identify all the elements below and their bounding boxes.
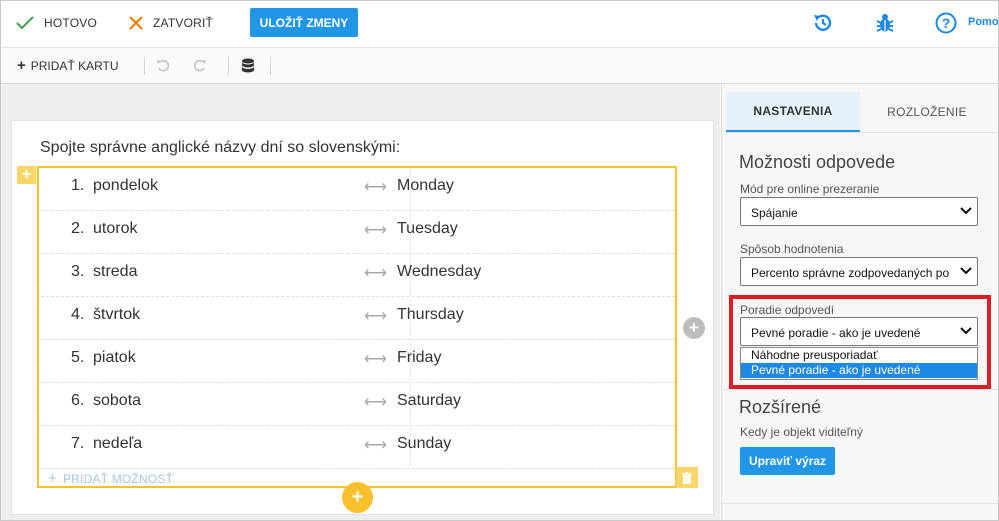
pair-arrow-icon: ⟷ bbox=[364, 394, 387, 411]
toolbar: + PRIDAŤ KARTU bbox=[0, 48, 999, 84]
pair-arrow-icon: ⟷ bbox=[364, 265, 387, 282]
toolbar-divider bbox=[270, 57, 271, 75]
pair-row[interactable]: 1. pondelok ⟷ Monday bbox=[41, 168, 675, 211]
highlight-frame bbox=[729, 295, 991, 389]
add-card-button[interactable]: + PRIDAŤ KARTU bbox=[17, 57, 119, 74]
close-label: ZATVORIŤ bbox=[153, 16, 214, 30]
pair-number: 5. bbox=[71, 349, 85, 366]
pair-arrow-icon: ⟷ bbox=[364, 222, 387, 239]
pair-number: 2. bbox=[71, 220, 85, 237]
delete-icon[interactable] bbox=[676, 467, 698, 488]
question-text[interactable]: Spojte správne anglické názvy dní so slo… bbox=[40, 139, 400, 157]
grading-label: Spôsob hodnotenia bbox=[740, 242, 844, 256]
pair-arrow-icon: ⟷ bbox=[364, 437, 387, 454]
pair-number: 7. bbox=[71, 435, 85, 452]
section-divider bbox=[722, 503, 999, 504]
database-icon[interactable] bbox=[241, 58, 255, 79]
history-icon[interactable] bbox=[811, 11, 835, 35]
done-label: HOTOVO bbox=[44, 16, 97, 30]
pair-right[interactable]: Tuesday bbox=[397, 220, 458, 238]
edit-expression-button[interactable]: Upraviť výraz bbox=[740, 447, 835, 475]
help-icon[interactable]: ? bbox=[934, 11, 958, 35]
pair-row[interactable]: 4. štvrtok ⟷ Thursday bbox=[41, 297, 675, 340]
plus-icon: + bbox=[48, 470, 57, 487]
pair-right[interactable]: Sunday bbox=[397, 435, 451, 453]
online-mode-label: Mód pre online prezeranie bbox=[740, 182, 880, 196]
close-button[interactable]: ZATVORIŤ bbox=[129, 0, 213, 46]
pair-arrow-icon: ⟷ bbox=[364, 179, 387, 196]
pair-left[interactable]: štvrtok bbox=[93, 306, 140, 324]
pair-right[interactable]: Friday bbox=[397, 349, 441, 367]
add-option-button[interactable]: + PRIDAŤ MOŽNOSŤ bbox=[48, 470, 173, 487]
pair-left[interactable]: pondelok bbox=[93, 177, 158, 195]
tab-underline bbox=[726, 132, 996, 133]
tab-layout[interactable]: ROZLOŽENIE bbox=[860, 92, 994, 132]
top-bar: HOTOVO ZATVORIŤ ULOŽIŤ ZMENY ? Pomo bbox=[0, 0, 999, 48]
pair-right[interactable]: Thursday bbox=[397, 306, 464, 324]
pair-number: 4. bbox=[71, 306, 85, 323]
pair-row[interactable]: 6. sobota ⟷ Saturday bbox=[41, 383, 675, 426]
pair-number: 6. bbox=[71, 392, 85, 409]
done-button[interactable]: HOTOVO bbox=[16, 0, 97, 46]
undo-icon[interactable] bbox=[156, 58, 170, 77]
chevron-down-icon bbox=[960, 266, 972, 276]
pair-left[interactable]: sobota bbox=[93, 392, 141, 410]
advanced-title: Rozšírené bbox=[739, 397, 822, 417]
redo-icon[interactable] bbox=[193, 58, 207, 77]
tab-settings[interactable]: NASTAVENIA bbox=[726, 92, 860, 132]
svg-text:?: ? bbox=[942, 15, 951, 31]
help-label[interactable]: Pomo bbox=[968, 16, 999, 28]
close-icon bbox=[129, 16, 143, 30]
add-card-label: PRIDAŤ KARTU bbox=[30, 59, 119, 73]
pair-number: 3. bbox=[71, 263, 85, 280]
pair-left[interactable]: piatok bbox=[93, 349, 136, 367]
pair-number: 1. bbox=[71, 177, 85, 194]
pair-row[interactable]: 7. nedeľa ⟷ Sunday bbox=[41, 426, 675, 469]
add-above-icon[interactable]: + bbox=[17, 166, 36, 184]
add-card-below-icon[interactable]: + bbox=[342, 482, 373, 513]
chevron-down-icon bbox=[960, 207, 972, 215]
toolbar-divider bbox=[228, 57, 229, 75]
plus-icon: + bbox=[17, 57, 26, 74]
grading-select[interactable]: Percento správne zodpovedaných po bbox=[740, 257, 978, 286]
grading-value: Percento správne zodpovedaných po bbox=[751, 266, 950, 280]
pair-arrow-icon: ⟷ bbox=[364, 308, 387, 325]
pair-left[interactable]: utorok bbox=[93, 220, 137, 238]
save-changes-button[interactable]: ULOŽIŤ ZMENY bbox=[250, 8, 358, 37]
pair-row[interactable]: 3. streda ⟷ Wednesday bbox=[41, 254, 675, 297]
check-icon bbox=[16, 16, 34, 30]
section-divider bbox=[722, 389, 999, 390]
pair-right[interactable]: Saturday bbox=[397, 392, 461, 410]
pair-left[interactable]: streda bbox=[93, 263, 137, 281]
online-mode-value: Spájanie bbox=[751, 206, 798, 220]
visibility-label: Kedy je objekt viditeľný bbox=[740, 425, 863, 439]
online-mode-select[interactable]: Spájanie bbox=[740, 197, 978, 226]
pair-right[interactable]: Wednesday bbox=[397, 263, 481, 281]
answer-options-title: Možnosti odpovede bbox=[739, 152, 896, 172]
add-column-icon[interactable]: + bbox=[683, 317, 705, 339]
add-option-label: PRIDAŤ MOŽNOSŤ bbox=[62, 471, 174, 486]
matching-pairs-box[interactable]: 1. pondelok ⟷ Monday 2. utorok ⟷ Tuesday… bbox=[37, 166, 677, 488]
bug-icon[interactable] bbox=[873, 11, 897, 35]
pair-row[interactable]: 2. utorok ⟷ Tuesday bbox=[41, 211, 675, 254]
pair-right[interactable]: Monday bbox=[397, 177, 454, 195]
pair-left[interactable]: nedeľa bbox=[93, 435, 142, 453]
toolbar-divider bbox=[144, 57, 145, 75]
pair-arrow-icon: ⟷ bbox=[364, 351, 387, 368]
pair-row[interactable]: 5. piatok ⟷ Friday bbox=[41, 340, 675, 383]
